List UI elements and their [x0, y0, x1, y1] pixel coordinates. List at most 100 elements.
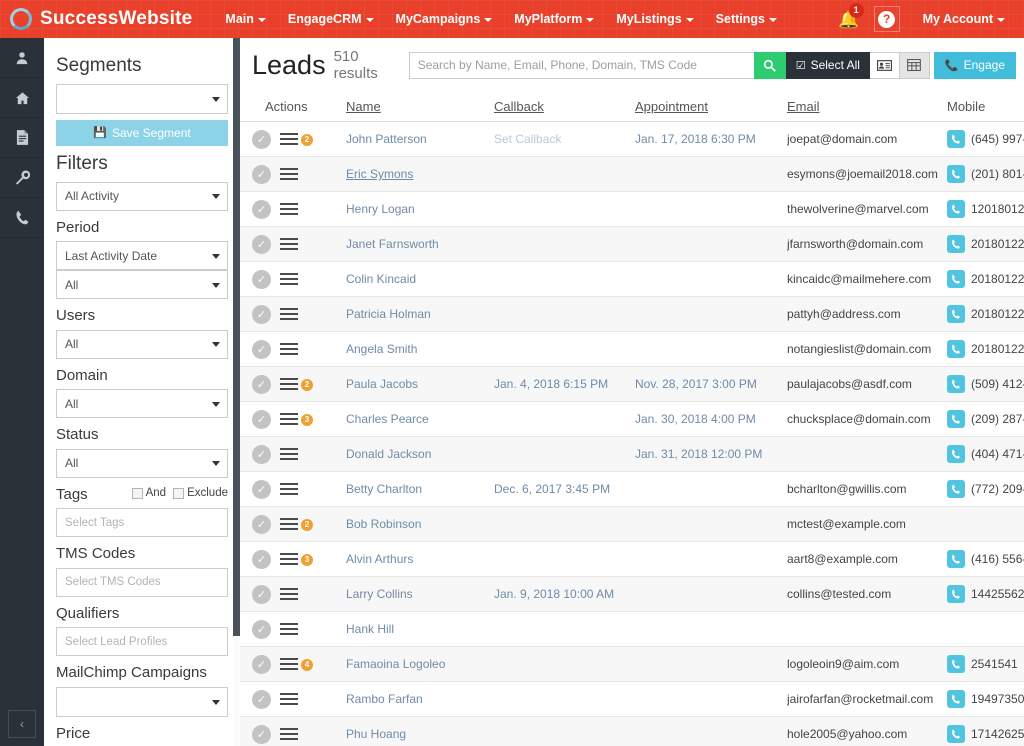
engage-button[interactable]: 📞 Engage [933, 51, 1016, 79]
segments-select[interactable] [56, 83, 228, 114]
call-phone-button[interactable] [947, 340, 965, 358]
select-row-checkmark-icon[interactable]: ✓ [252, 199, 271, 219]
tags-input[interactable]: Select Tags [56, 508, 228, 538]
lead-name-link[interactable]: Paula Jacobs [346, 377, 418, 391]
call-phone-button[interactable] [947, 445, 965, 463]
call-phone-button[interactable] [947, 655, 965, 673]
set-callback-link[interactable]: Set Callback [494, 132, 561, 146]
table-view-button[interactable] [899, 51, 930, 79]
row-menu-icon[interactable] [280, 655, 298, 673]
mailchimp-select[interactable] [56, 686, 228, 717]
table-row[interactable]: ✓ Donald Jackson Jan. 31, 2018 12:00 PM (40… [240, 437, 1024, 472]
lead-name-link[interactable]: Rambo Farfan [346, 692, 423, 706]
table-row[interactable]: ✓ Colin Kincaid kincaidc@mailmehere.com 201… [240, 262, 1024, 297]
column-header-appointment[interactable]: Appointment [635, 99, 787, 114]
nav-item-mycampaigns[interactable]: MyCampaigns [385, 6, 504, 32]
nav-item-mylistings[interactable]: MyListings [605, 6, 704, 32]
row-menu-icon[interactable] [280, 235, 298, 253]
row-menu-icon[interactable] [280, 200, 298, 218]
tags-and-checkbox[interactable] [131, 487, 143, 499]
select-row-checkmark-icon[interactable]: ✓ [252, 339, 271, 359]
table-row[interactable]: ✓ Henry Logan thewolverine@marvel.com 12018… [240, 192, 1024, 227]
qualifiers-input[interactable]: Select Lead Profiles [56, 627, 228, 657]
nav-item-settings[interactable]: Settings [705, 6, 788, 32]
column-header-name[interactable]: Name [346, 99, 494, 114]
filters-panel-scrollbar-thumb[interactable] [233, 38, 240, 636]
table-row[interactable]: ✓ Phu Hoang hole2005@yahoo.com 17142625415 [240, 717, 1024, 746]
row-menu-icon[interactable] [280, 375, 298, 393]
period-range-select[interactable]: All [56, 270, 228, 300]
notifications-button[interactable]: 🔔 1 [832, 0, 866, 38]
row-menu-icon[interactable] [280, 480, 298, 498]
table-row[interactable]: ✓ 4 Famaoina Logoleo logoleoin9@aim.com 2541… [240, 647, 1024, 682]
select-row-checkmark-icon[interactable]: ✓ [252, 409, 271, 429]
table-row[interactable]: ✓ 2 John Patterson Set Callback Jan. 17, 201… [240, 122, 1024, 157]
select-row-checkmark-icon[interactable]: ✓ [252, 269, 271, 289]
tags-exclude-checkbox[interactable] [173, 487, 185, 499]
row-menu-icon[interactable] [280, 340, 298, 358]
appointment-date[interactable]: Jan. 31, 2018 12:00 PM [635, 447, 762, 461]
lead-name-link[interactable]: Charles Pearce [346, 412, 429, 426]
table-row[interactable]: ✓ Angela Smith notangieslist@domain.com 201… [240, 332, 1024, 367]
status-select[interactable]: All [56, 448, 228, 478]
card-view-button[interactable] [869, 51, 900, 79]
call-phone-button[interactable] [947, 375, 965, 393]
call-phone-button[interactable] [947, 165, 965, 183]
table-row[interactable]: ✓ Betty Charlton Dec. 6, 2017 3:45 PM bchar… [240, 472, 1024, 507]
lead-name-link[interactable]: Larry Collins [346, 587, 413, 601]
row-menu-icon[interactable] [280, 515, 298, 533]
lead-name-link[interactable]: Alvin Arthurs [346, 552, 413, 566]
callback-date[interactable]: Dec. 6, 2017 3:45 PM [494, 482, 610, 496]
select-row-checkmark-icon[interactable]: ✓ [252, 724, 271, 744]
call-phone-button[interactable] [947, 725, 965, 743]
call-phone-button[interactable] [947, 305, 965, 323]
help-button[interactable]: ? [873, 6, 900, 32]
row-menu-icon[interactable] [280, 165, 298, 183]
search-input[interactable] [408, 51, 754, 79]
row-menu-icon[interactable] [280, 725, 298, 743]
appointment-date[interactable]: Jan. 30, 2018 4:00 PM [635, 412, 756, 426]
activity-select[interactable]: All Activity [56, 181, 228, 211]
select-row-checkmark-icon[interactable]: ✓ [252, 374, 271, 394]
lead-name-link[interactable]: Angela Smith [346, 342, 417, 356]
lead-name-link[interactable]: Phu Hoang [346, 727, 406, 741]
domain-select[interactable]: All [56, 389, 228, 419]
select-row-checkmark-icon[interactable]: ✓ [252, 584, 271, 604]
table-row[interactable]: ✓ Larry Collins Jan. 9, 2018 10:00 AM colli… [240, 577, 1024, 612]
lead-name-link[interactable]: Henry Logan [346, 202, 415, 216]
table-row[interactable]: ✓ 3 Alvin Arthurs aart8@example.com (416) 55… [240, 542, 1024, 577]
save-segment-button[interactable]: 💾 Save Segment [56, 119, 228, 146]
users-select[interactable]: All [56, 329, 228, 359]
lead-name-link[interactable]: Hank Hill [346, 622, 394, 636]
table-row[interactable]: ✓ Janet Farnsworth jfarnsworth@domain.com 2… [240, 227, 1024, 262]
callback-date[interactable]: Jan. 4, 2018 6:15 PM [494, 377, 608, 391]
rail-item-wrench[interactable] [0, 158, 44, 198]
select-row-checkmark-icon[interactable]: ✓ [252, 549, 271, 569]
select-row-checkmark-icon[interactable]: ✓ [252, 129, 271, 149]
appointment-date[interactable]: Nov. 28, 2017 3:00 PM [635, 377, 757, 391]
rail-item-document[interactable] [0, 118, 44, 158]
lead-name-link[interactable]: Colin Kincaid [346, 272, 416, 286]
row-menu-icon[interactable] [280, 270, 298, 288]
nav-item-my-account[interactable]: My Account [912, 6, 1016, 32]
row-menu-icon[interactable] [280, 690, 298, 708]
period-type-select[interactable]: Last Activity Date [56, 241, 228, 271]
select-row-checkmark-icon[interactable]: ✓ [252, 234, 271, 254]
rail-item-phone[interactable] [0, 198, 44, 238]
row-menu-icon[interactable] [280, 585, 298, 603]
table-row[interactable]: ✓ Hank Hill [240, 612, 1024, 647]
select-row-checkmark-icon[interactable]: ✓ [252, 304, 271, 324]
select-row-checkmark-icon[interactable]: ✓ [252, 444, 271, 464]
tms-codes-input[interactable]: Select TMS Codes [56, 567, 228, 597]
nav-item-engagecrm[interactable]: EngageCRM [277, 6, 385, 32]
callback-date[interactable]: Jan. 9, 2018 10:00 AM [494, 587, 614, 601]
call-phone-button[interactable] [947, 480, 965, 498]
table-row[interactable]: ✓ Eric Symons esymons@joemail2018.com (201)… [240, 157, 1024, 192]
collapse-sidebar-button[interactable]: ‹ [8, 710, 36, 738]
table-row[interactable]: ✓ Rambo Farfan jairofarfan@rocketmail.com 1… [240, 682, 1024, 717]
call-phone-button[interactable] [947, 690, 965, 708]
select-row-checkmark-icon[interactable]: ✓ [252, 619, 271, 639]
lead-name-link[interactable]: Patricia Holman [346, 307, 431, 321]
table-row[interactable]: ✓ Patricia Holman pattyh@address.com 201801… [240, 297, 1024, 332]
lead-name-link[interactable]: Bob Robinson [346, 517, 421, 531]
